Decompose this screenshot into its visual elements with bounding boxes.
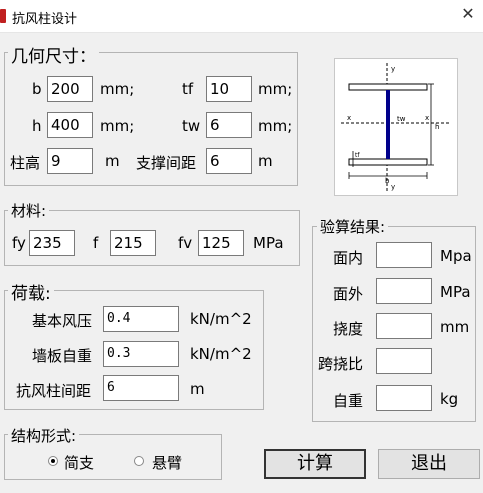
y-axis-label-top: y: [391, 65, 395, 73]
web: [386, 90, 390, 159]
wall-weight-input[interactable]: 0.3: [103, 341, 179, 367]
tf-dim-label: tf: [355, 152, 360, 159]
window-title: 抗风柱设计: [12, 12, 78, 27]
wind-pressure-unit: kN/m^2: [190, 310, 252, 328]
material-group-title: 材料:: [8, 200, 50, 221]
i-section-drawing: y y x x tw h b tf: [341, 63, 451, 193]
structure-group-title: 结构形式:: [8, 425, 80, 446]
tf-unit: mm;: [258, 80, 293, 98]
f-label: f: [93, 234, 99, 252]
material-unit: MPa: [253, 234, 284, 252]
deflection-label: 挠度: [333, 320, 364, 338]
result-group-title: 验算结果:: [317, 216, 389, 237]
column-spacing-unit: m: [190, 380, 205, 398]
span-ratio-label: 跨挠比: [318, 355, 364, 373]
calculate-button[interactable]: 计算: [264, 449, 366, 479]
cantilever-radio[interactable]: [134, 456, 144, 466]
h-dim-label: h: [435, 123, 439, 131]
y-axis-label-bottom: y: [391, 183, 395, 191]
out-plane-output[interactable]: [376, 278, 432, 304]
simply-supported-radio[interactable]: [48, 456, 58, 466]
deflection-unit: mm: [440, 318, 470, 336]
tw-unit: mm;: [258, 117, 293, 135]
app-icon: [0, 9, 6, 23]
x-axis-label-right: x: [425, 114, 429, 122]
column-spacing-input[interactable]: 6: [103, 375, 179, 401]
self-weight-output[interactable]: [376, 385, 432, 411]
tf-input[interactable]: 10: [206, 76, 252, 102]
top-flange: [348, 83, 428, 91]
b-unit: mm;: [100, 80, 135, 98]
bottom-flange: [348, 158, 428, 166]
out-plane-label: 面外: [333, 285, 364, 303]
h-label: h: [32, 117, 42, 135]
section-diagram: y y x x tw h b tf: [334, 58, 458, 196]
wind-pressure-input[interactable]: 0.4: [103, 306, 179, 332]
fv-input[interactable]: 125: [198, 230, 244, 256]
out-plane-unit: MPa: [440, 283, 471, 301]
load-group-title: 荷载:: [8, 279, 54, 304]
tw-dim-label: tw: [397, 115, 406, 123]
h-unit: mm;: [100, 117, 135, 135]
span-ratio-output[interactable]: [376, 348, 432, 374]
h-input[interactable]: 400: [47, 112, 93, 138]
fy-label: fy: [12, 234, 26, 252]
wind-pressure-label: 基本风压: [32, 312, 93, 330]
height-input[interactable]: 9: [47, 148, 93, 174]
self-weight-label: 自重: [333, 392, 364, 410]
wall-weight-unit: kN/m^2: [190, 345, 252, 363]
brace-unit: m: [258, 152, 273, 170]
brace-label: 支撑间距: [136, 154, 197, 172]
fy-input[interactable]: 235: [29, 230, 75, 256]
tw-input[interactable]: 6: [206, 112, 252, 138]
b-dim-label: b: [385, 177, 390, 185]
height-label: 柱高: [10, 154, 41, 172]
f-input[interactable]: 215: [110, 230, 156, 256]
height-unit: m: [105, 152, 120, 170]
in-plane-output[interactable]: [376, 242, 432, 268]
tw-label: tw: [182, 117, 201, 135]
geometry-group-title: 几何尺寸：: [8, 42, 99, 67]
b-input[interactable]: 200: [47, 76, 93, 102]
title-bar: 抗风柱设计 ✕: [0, 0, 483, 33]
brace-input[interactable]: 6: [206, 148, 252, 174]
b-label: b: [32, 80, 42, 98]
x-axis-label-left: x: [347, 114, 351, 122]
deflection-output[interactable]: [376, 313, 432, 339]
column-spacing-label: 抗风柱间距: [16, 382, 92, 400]
fv-label: fv: [178, 234, 193, 252]
simply-supported-label[interactable]: 简支: [64, 452, 94, 473]
self-weight-unit: kg: [440, 390, 459, 408]
exit-button[interactable]: 退出: [378, 449, 480, 479]
tf-label: tf: [182, 80, 194, 98]
in-plane-unit: Mpa: [440, 247, 472, 265]
in-plane-label: 面内: [333, 249, 364, 267]
close-icon[interactable]: ✕: [455, 2, 481, 26]
wall-weight-label: 墙板自重: [32, 347, 93, 365]
cantilever-label[interactable]: 悬臂: [152, 452, 182, 473]
